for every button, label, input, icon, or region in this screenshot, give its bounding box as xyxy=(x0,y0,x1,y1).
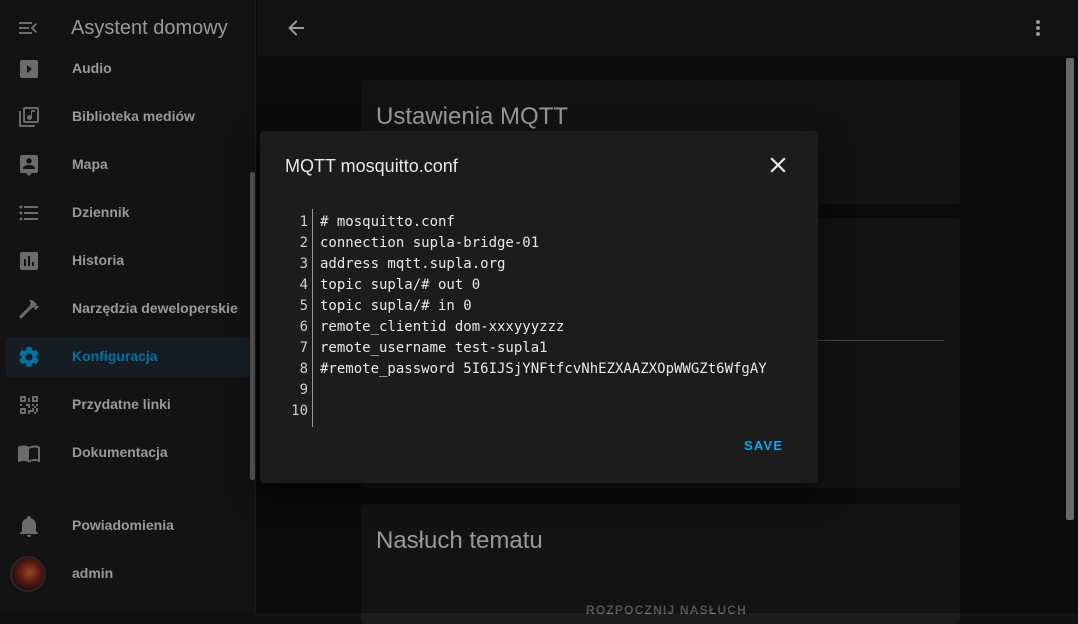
dialog-title: MQTT mosquitto.conf xyxy=(285,156,458,176)
line-number: 4 xyxy=(299,277,308,293)
save-button[interactable]: SAVE xyxy=(736,434,791,457)
line-number: 10 xyxy=(291,403,308,419)
line-number: 9 xyxy=(299,382,308,398)
line-number: 2 xyxy=(299,235,308,251)
code-line: remote_clientid dom-xxxyyyzzz xyxy=(320,319,565,335)
code-line: connection supla-bridge-01 xyxy=(320,235,540,251)
close-icon[interactable] xyxy=(765,152,791,178)
line-number: 1 xyxy=(299,214,308,230)
line-number: 8 xyxy=(299,361,308,377)
line-number: 6 xyxy=(299,319,308,335)
code-line: remote_username test-supla1 xyxy=(320,340,548,356)
code-line: #remote_password 5I6IJSjYNFtfcvNhEZXAAZX… xyxy=(320,361,767,377)
mosquitto-conf-dialog: MQTT mosquitto.conf 1 2 3 4 5 6 7 8 9 10… xyxy=(260,131,818,483)
code-line: topic supla/# out 0 xyxy=(320,277,481,293)
code-line: # mosquitto.conf xyxy=(320,214,455,230)
line-number-gutter: 1 2 3 4 5 6 7 8 9 10 xyxy=(285,209,313,427)
line-number: 3 xyxy=(299,256,308,272)
line-number: 5 xyxy=(299,298,308,314)
code-line: address mqtt.supla.org xyxy=(320,256,506,272)
line-number: 7 xyxy=(299,340,308,356)
code-editor[interactable]: 1 2 3 4 5 6 7 8 9 10 # mosquitto.conf co… xyxy=(285,209,793,427)
code-line: topic supla/# in 0 xyxy=(320,298,472,314)
